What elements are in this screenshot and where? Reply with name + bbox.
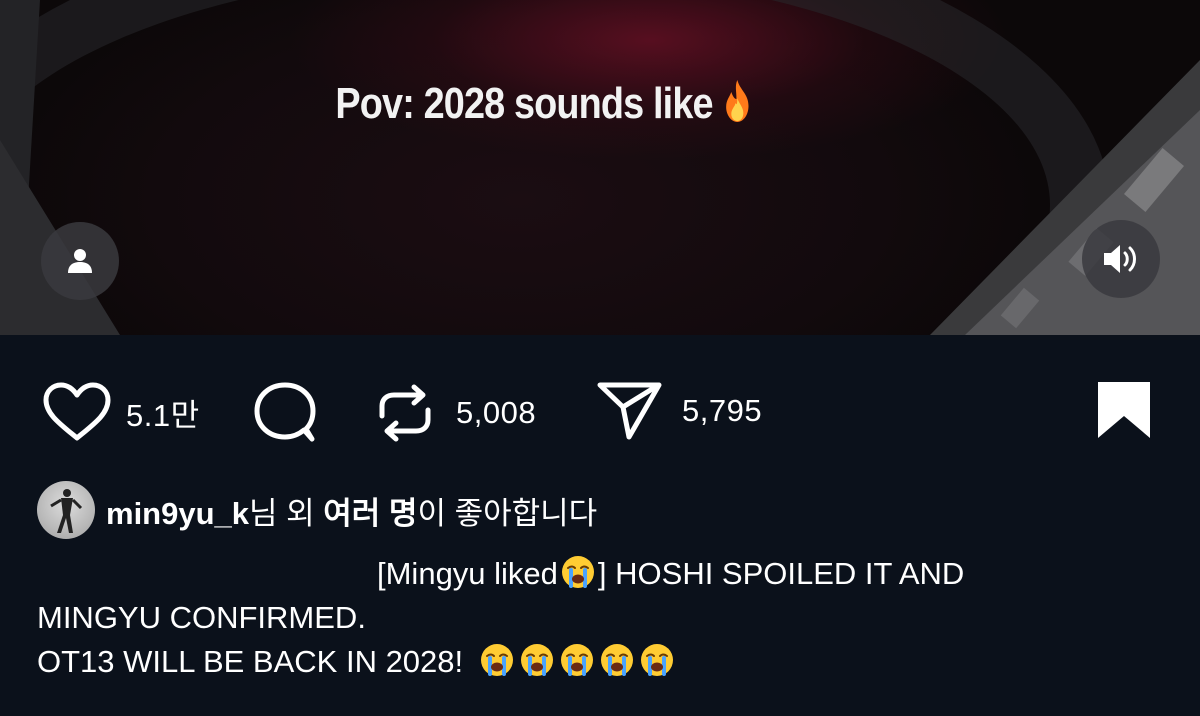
caption-line-1: [Mingyu liked ] HOSHI SPOILED IT AND xyxy=(37,552,1167,596)
video-street-scene xyxy=(0,0,1200,335)
loudly-crying-face-icon xyxy=(560,554,596,590)
person-silhouette-icon xyxy=(50,489,83,533)
comment-bubble-icon[interactable] xyxy=(252,380,318,444)
user-tags-button[interactable] xyxy=(41,222,119,300)
liked-by-username[interactable]: min9yu_k xyxy=(106,496,249,531)
comment-action[interactable] xyxy=(252,380,318,444)
share-count: 5,795 xyxy=(682,393,763,428)
liked-by-text: min9yu_k님 외 여러 명이 좋아합니다 xyxy=(106,488,597,533)
video-caption-overlay: Pov: 2028 sounds like xyxy=(78,78,1015,129)
like-count: 5.1만 xyxy=(126,397,200,433)
liked-by-others[interactable]: 여러 명 xyxy=(323,496,417,531)
repost-action[interactable]: 5,008 xyxy=(372,382,536,444)
liked-by-row[interactable]: min9yu_k님 외 여러 명이 좋아합니다 xyxy=(37,481,597,539)
caption-part-1: [Mingyu liked xyxy=(377,556,558,591)
loudly-crying-face-icon xyxy=(559,642,595,678)
repost-count: 5,008 xyxy=(456,395,537,430)
share-action[interactable]: 5,795 xyxy=(596,380,762,442)
loudly-crying-face-icon xyxy=(479,642,515,678)
video-player[interactable]: Pov: 2028 sounds like xyxy=(0,0,1200,335)
avatar[interactable] xyxy=(37,481,95,539)
bookmark-icon[interactable] xyxy=(1096,380,1152,440)
repost-icon[interactable] xyxy=(372,382,438,444)
caption-part-2: ] HOSHI SPOILED IT AND xyxy=(597,556,965,591)
sound-toggle-button[interactable] xyxy=(1082,220,1160,298)
caption-line-3: OT13 WILL BE BACK IN 2028! xyxy=(37,640,1167,684)
like-action[interactable]: 5.1만 xyxy=(42,382,200,442)
loudly-crying-face-icon xyxy=(519,642,555,678)
user-icon xyxy=(68,249,92,273)
loudly-crying-face-icon xyxy=(639,642,675,678)
heart-icon[interactable] xyxy=(42,382,112,442)
video-caption-text: Pov: 2028 sounds like xyxy=(335,79,713,128)
post-screen: Pov: 2028 sounds like 5.1만 5,008 5,795 m… xyxy=(0,0,1200,716)
caption-line-2: MINGYU CONFIRMED. xyxy=(37,600,366,635)
liked-by-mid: 님 외 xyxy=(249,495,324,531)
speaker-icon xyxy=(1104,245,1136,273)
post-caption: [Mingyu liked ] HOSHI SPOILED IT AND MING… xyxy=(37,552,1167,684)
loudly-crying-face-icon xyxy=(599,642,635,678)
fire-emoji-icon xyxy=(718,79,758,128)
send-icon[interactable] xyxy=(596,380,664,442)
liked-by-end: 이 좋아합니다 xyxy=(417,495,598,531)
bookmark-action[interactable] xyxy=(1096,380,1152,440)
caption-line-3-text: OT13 WILL BE BACK IN 2028! xyxy=(37,644,464,679)
